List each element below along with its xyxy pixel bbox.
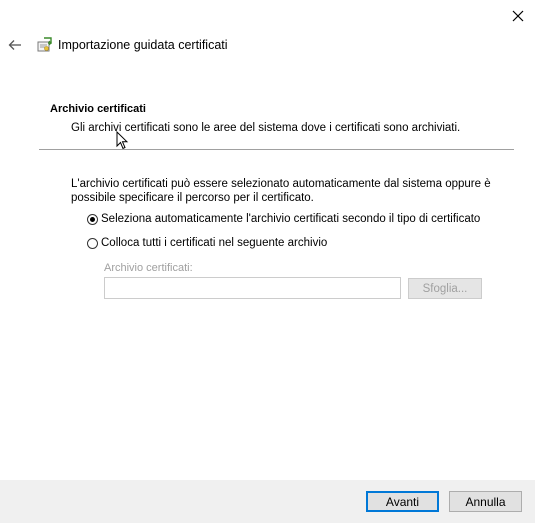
radio-manual-label: Colloca tutti i certificati nel seguente… (101, 237, 328, 249)
store-field-label: Archivio certificati: (104, 262, 193, 274)
back-arrow-icon (8, 40, 21, 50)
window-title: Importazione guidata certificati (58, 38, 228, 52)
radio-auto-select[interactable]: Seleziona automaticamente l'archivio cer… (87, 213, 480, 225)
section-title: Archivio certificati (50, 103, 146, 115)
radio-auto-label: Seleziona automaticamente l'archivio cer… (101, 213, 481, 225)
radio-manual-store[interactable]: Colloca tutti i certificati nel seguente… (87, 237, 327, 249)
next-button[interactable]: Avanti (366, 491, 439, 512)
radio-button-selected[interactable] (87, 213, 98, 225)
close-icon (512, 10, 524, 22)
intro-text: L'archivio certificati può essere selezi… (71, 178, 491, 204)
cancel-button[interactable]: Annulla (449, 491, 522, 512)
store-input[interactable] (104, 277, 401, 299)
header-divider (39, 149, 514, 150)
mouse-cursor-icon (116, 130, 130, 151)
radio-button-unselected[interactable] (87, 237, 98, 249)
close-button[interactable] (505, 4, 531, 28)
certificate-icon (37, 37, 53, 53)
back-button[interactable] (4, 34, 26, 56)
browse-button[interactable]: Sfoglia... (408, 278, 482, 299)
